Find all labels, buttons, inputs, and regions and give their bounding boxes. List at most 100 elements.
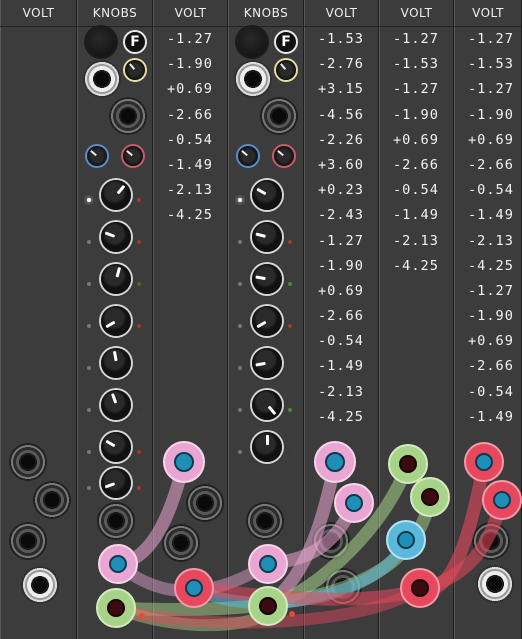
module-title: VOLT (0, 0, 77, 27)
step-knob-8[interactable] (101, 468, 131, 498)
cv-output-jack[interactable] (246, 502, 284, 540)
input-jack[interactable] (312, 522, 350, 560)
step-led (87, 450, 91, 454)
step-knob-7[interactable] (252, 432, 282, 462)
voltage-value: -1.90 (468, 308, 514, 325)
clock-input-jack[interactable] (234, 60, 272, 98)
voltage-value: -2.76 (318, 56, 364, 73)
voltage-value: -1.27 (318, 232, 364, 249)
red-trim-knob[interactable] (274, 146, 294, 166)
voltage-value: -2.13 (468, 232, 514, 249)
function-button[interactable]: F (123, 30, 147, 54)
step-led (87, 408, 91, 412)
voltage-value: -1.49 (393, 207, 439, 224)
step-knob-1[interactable] (252, 180, 282, 210)
voltage-value: +0.69 (468, 131, 514, 148)
voltage-value: +0.23 (318, 182, 364, 199)
voltage-value: -1.90 (318, 257, 364, 274)
gate-led (288, 198, 292, 202)
voltage-value: -1.90 (468, 106, 514, 123)
voltage-value: -1.27 (468, 282, 514, 299)
voltage-value: -1.53 (318, 31, 364, 47)
input-jack[interactable] (162, 524, 200, 562)
voltage-value: -4.25 (167, 207, 213, 224)
voltage-value: -1.49 (167, 156, 213, 173)
voltage-value: -2.66 (468, 358, 514, 375)
attenuator-knob[interactable] (276, 60, 296, 80)
voltage-list: -1.27 -1.90 +0.69 -2.66 -0.54 -1.49 -2.1… (153, 27, 228, 229)
voltage-value: -1.53 (468, 56, 514, 73)
red-trim-knob[interactable] (123, 146, 143, 166)
voltage-value: -1.27 (393, 31, 439, 47)
step-knob-5[interactable] (101, 348, 131, 378)
blue-trim-knob[interactable] (87, 146, 107, 166)
step-led (238, 408, 242, 412)
step-knob-3[interactable] (252, 264, 282, 294)
output-jack[interactable] (260, 97, 298, 135)
gate-led (137, 198, 141, 202)
voltage-value: -1.49 (468, 408, 514, 425)
input-jack[interactable] (9, 522, 47, 560)
input-jack[interactable] (33, 481, 71, 519)
step-led (238, 240, 242, 244)
gate-led (137, 366, 141, 370)
step-led (87, 366, 91, 370)
gate-led (137, 240, 141, 244)
voltage-value: -1.27 (468, 81, 514, 98)
gate-led (288, 408, 292, 412)
voltage-value: -2.66 (468, 156, 514, 173)
module-title: VOLT (379, 0, 454, 27)
module-title: KNOBS (77, 0, 153, 27)
function-button[interactable]: F (274, 30, 298, 54)
attenuator-knob[interactable] (125, 60, 145, 80)
gate-led (137, 486, 141, 490)
cv-output-jack[interactable] (97, 502, 135, 540)
gate-led (288, 240, 292, 244)
step-knob-2[interactable] (101, 222, 131, 252)
voltage-value: +0.69 (468, 333, 514, 350)
run-button[interactable] (86, 27, 116, 57)
voltage-value: -2.66 (167, 106, 213, 123)
blue-trim-knob[interactable] (238, 146, 258, 166)
step-knob-6[interactable] (252, 390, 282, 420)
run-button[interactable] (237, 27, 267, 57)
volt-module-2: VOLT -1.27 -1.90 +0.69 -2.66 -0.54 -1.49… (153, 0, 228, 639)
voltage-value: -4.25 (468, 257, 514, 274)
input-jack[interactable] (9, 443, 47, 481)
step-knob-3[interactable] (101, 264, 131, 294)
volt-module-4: VOLT -1.27 -1.53 -1.27 -1.90 +0.69 -2.66… (379, 0, 454, 639)
module-title: KNOBS (228, 0, 304, 27)
voltage-value: -1.90 (393, 106, 439, 123)
module-title: VOLT (153, 0, 228, 27)
voltage-value: +0.69 (393, 131, 439, 148)
voltage-value: -1.27 (468, 31, 514, 47)
step-knob-1[interactable] (101, 180, 131, 210)
gate-led (137, 324, 141, 328)
volt-module-3: VOLT -1.53 -2.76 +3.15 -4.56 -2.26 +3.60… (304, 0, 379, 639)
output-jack[interactable] (109, 97, 147, 135)
voltage-value: +0.69 (167, 81, 213, 98)
output-jack[interactable] (21, 566, 59, 604)
step-led (238, 450, 242, 454)
input-jack[interactable] (324, 568, 362, 606)
step-led (87, 486, 91, 490)
gate-led (137, 450, 141, 454)
module-title: VOLT (454, 0, 522, 27)
step-knob-4[interactable] (252, 306, 282, 336)
step-knob-7[interactable] (101, 432, 131, 462)
step-knob-5[interactable] (252, 348, 282, 378)
voltage-value: -2.26 (318, 131, 364, 148)
input-jack[interactable] (472, 522, 510, 560)
voltage-value: -1.27 (167, 31, 213, 47)
voltage-value: -1.53 (393, 56, 439, 73)
input-jack[interactable] (476, 565, 514, 603)
volt-module-5: VOLT -1.27 -1.53 -1.27 -1.90 +0.69 -2.66… (454, 0, 522, 639)
step-knob-6[interactable] (101, 390, 131, 420)
step-knob-2[interactable] (252, 222, 282, 252)
clock-input-jack[interactable] (83, 60, 121, 98)
voltage-value: -2.66 (318, 308, 364, 325)
step-knob-4[interactable] (101, 306, 131, 336)
input-jack[interactable] (186, 484, 224, 522)
gate-led (137, 408, 141, 412)
voltage-value: +3.15 (318, 81, 364, 98)
